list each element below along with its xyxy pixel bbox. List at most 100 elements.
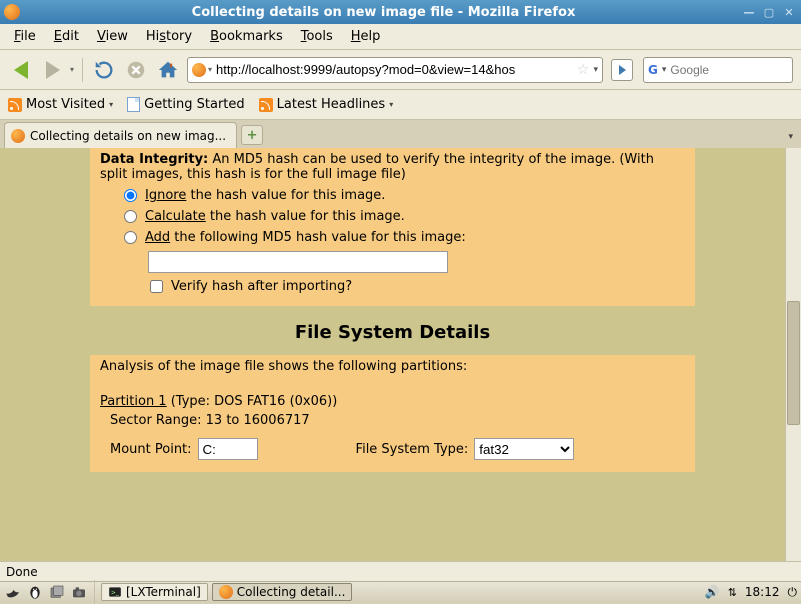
reload-button[interactable] xyxy=(91,57,117,83)
bookmark-label: Getting Started xyxy=(144,97,245,112)
arrow-right-icon xyxy=(46,61,60,79)
svg-text:>_: >_ xyxy=(111,590,119,596)
bookmark-latest-headlines[interactable]: Latest Headlines ▾ xyxy=(259,97,394,112)
bookmark-getting-started[interactable]: Getting Started xyxy=(127,97,245,112)
analysis-text: Analysis of the image file shows the fol… xyxy=(100,359,685,374)
bird-icon xyxy=(4,583,22,601)
task-label: Collecting detail... xyxy=(237,585,346,599)
taskbar-item-firefox[interactable]: Collecting detail... xyxy=(212,583,353,601)
home-button[interactable] xyxy=(155,57,181,83)
search-engine-dropdown[interactable]: ▾ xyxy=(662,65,667,75)
document-icon xyxy=(127,97,140,112)
taskbar-files[interactable] xyxy=(48,583,66,601)
bookmark-most-visited[interactable]: Most Visited ▾ xyxy=(8,97,113,112)
menu-view[interactable]: View xyxy=(89,26,136,47)
stop-icon xyxy=(125,59,147,81)
site-identity-dropdown[interactable]: ▾ xyxy=(208,65,212,74)
window-title: Collecting details on new image file - M… xyxy=(26,5,741,20)
task-label: [LXTerminal] xyxy=(126,585,201,599)
fs-details-section: Analysis of the image file shows the fol… xyxy=(90,355,695,472)
firefox-icon xyxy=(4,4,20,20)
stop-button[interactable] xyxy=(123,57,149,83)
scrollbar-thumb[interactable] xyxy=(787,301,800,425)
network-icon[interactable]: ⇅ xyxy=(728,586,737,599)
home-icon xyxy=(157,59,179,81)
sector-range: Sector Range: 13 to 16006717 xyxy=(110,413,685,428)
taskbar-penguin[interactable] xyxy=(26,583,44,601)
rss-icon xyxy=(8,98,22,112)
bookmarks-toolbar: Most Visited ▾ Getting Started Latest He… xyxy=(0,90,801,120)
taskbar: >_ [LXTerminal] Collecting detail... 🔊 ⇅… xyxy=(0,581,801,602)
mount-point-input[interactable] xyxy=(198,438,258,460)
fs-details-heading: File System Details xyxy=(0,322,785,343)
taskbar-camera[interactable] xyxy=(70,583,88,601)
verify-checkbox[interactable] xyxy=(150,280,163,293)
status-text: Done xyxy=(6,565,38,579)
vertical-scrollbar[interactable] xyxy=(785,148,801,561)
search-input[interactable] xyxy=(670,63,801,77)
radio-calculate[interactable] xyxy=(124,210,137,223)
bookmark-label: Latest Headlines xyxy=(277,97,386,112)
menu-tools[interactable]: Tools xyxy=(293,26,341,47)
nav-toolbar: ▾ ▾ ☆ ▾ G ▾ 🔍 xyxy=(0,50,801,90)
radio-add[interactable] xyxy=(124,231,137,244)
firefox-icon xyxy=(11,129,25,143)
url-input[interactable] xyxy=(216,62,573,77)
scrollbar-track[interactable] xyxy=(786,148,801,561)
partition-1-heading: Partition 1 (Type: DOS FAT16 (0x06)) xyxy=(100,394,685,409)
new-tab-button[interactable]: + xyxy=(241,125,263,145)
data-integrity-label: Data Integrity: xyxy=(100,152,208,167)
site-identity-icon[interactable] xyxy=(192,63,206,77)
minimize-button[interactable]: — xyxy=(741,5,757,19)
separator xyxy=(82,58,83,82)
window-titlebar: Collecting details on new image file - M… xyxy=(0,0,801,24)
menu-edit[interactable]: Edit xyxy=(46,26,87,47)
start-menu-button[interactable] xyxy=(4,583,22,601)
search-bar[interactable]: G ▾ 🔍 xyxy=(643,57,793,83)
verify-label: Verify hash after importing? xyxy=(171,279,352,294)
volume-icon[interactable]: 🔊 xyxy=(705,585,720,599)
radio-ignore[interactable] xyxy=(124,189,137,202)
google-icon: G xyxy=(648,63,658,77)
rss-icon xyxy=(259,98,273,112)
firefox-icon xyxy=(219,585,233,599)
tab-label: Collecting details on new imag... xyxy=(30,129,226,143)
mount-point-label: Mount Point: xyxy=(110,442,192,457)
content-area: Data Integrity: An MD5 hash can be used … xyxy=(0,148,801,561)
radio-calculate-label: Calculate the hash value for this image. xyxy=(145,209,405,224)
taskbar-item-terminal[interactable]: >_ [LXTerminal] xyxy=(101,583,208,601)
maximize-button[interactable]: ▢ xyxy=(761,5,777,19)
data-integrity-section: Data Integrity: An MD5 hash can be used … xyxy=(90,148,695,306)
clock[interactable]: 18:12 xyxy=(745,585,780,599)
menu-history[interactable]: History xyxy=(138,26,200,47)
fs-type-select[interactable]: fat32 xyxy=(474,438,574,460)
reload-icon xyxy=(93,59,115,81)
url-bar[interactable]: ▾ ☆ ▾ xyxy=(187,57,603,83)
back-button[interactable] xyxy=(8,57,34,83)
menu-help[interactable]: Help xyxy=(343,26,389,47)
fs-type-label: File System Type: xyxy=(356,442,469,457)
close-button[interactable]: ✕ xyxy=(781,5,797,19)
forward-button[interactable] xyxy=(40,57,66,83)
radio-ignore-label: Ignore the hash value for this image. xyxy=(145,188,385,203)
md5-input[interactable] xyxy=(148,251,448,273)
go-arrow-icon xyxy=(619,65,626,75)
bookmark-star-icon[interactable]: ☆ xyxy=(577,62,590,78)
chevron-down-icon: ▾ xyxy=(389,100,393,109)
go-button[interactable] xyxy=(611,59,633,81)
power-icon[interactable]: ⏻ xyxy=(788,585,798,600)
tab-bar: Collecting details on new imag... + ▾ xyxy=(0,120,801,148)
tabs-dropdown[interactable]: ▾ xyxy=(788,132,793,142)
tab-active[interactable]: Collecting details on new imag... xyxy=(4,122,237,148)
status-bar: Done xyxy=(0,561,801,581)
separator xyxy=(94,580,95,604)
url-history-dropdown[interactable]: ▾ xyxy=(593,65,598,75)
menu-bookmarks[interactable]: Bookmarks xyxy=(202,26,291,47)
terminal-icon: >_ xyxy=(108,585,122,599)
system-tray: 🔊 ⇅ 18:12 ⏻ xyxy=(705,585,797,600)
arrow-left-icon xyxy=(14,61,28,79)
menu-file[interactable]: File xyxy=(6,26,44,47)
radio-add-label: Add the following MD5 hash value for thi… xyxy=(145,230,466,245)
nav-history-dropdown[interactable]: ▾ xyxy=(70,65,74,74)
menubar: File Edit View History Bookmarks Tools H… xyxy=(0,24,801,50)
